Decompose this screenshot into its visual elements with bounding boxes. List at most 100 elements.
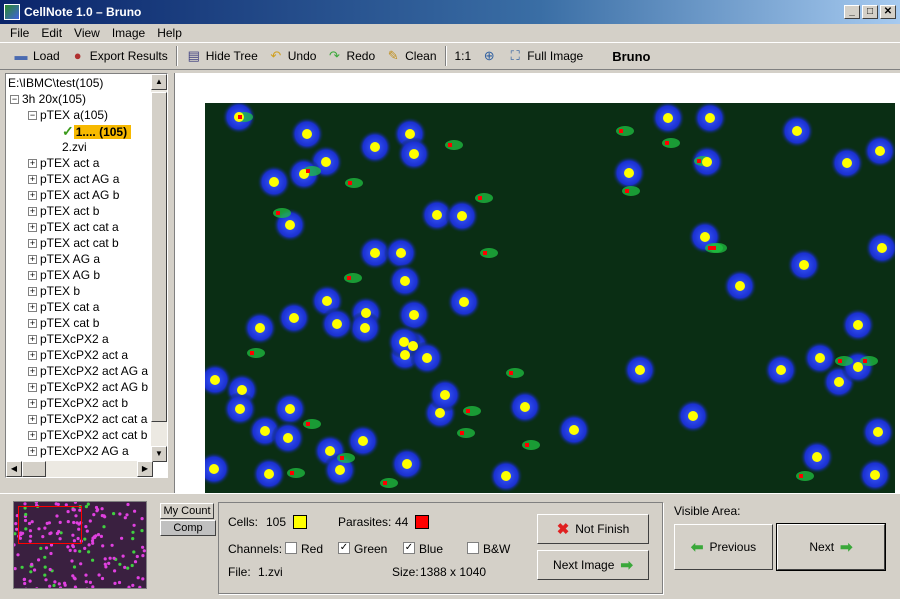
- parasite-marker[interactable]: [306, 422, 310, 426]
- tab-my-count[interactable]: My Count: [160, 503, 214, 519]
- cell-marker[interactable]: [853, 320, 863, 330]
- expand-icon[interactable]: +: [28, 399, 37, 409]
- parasite-marker[interactable]: [340, 456, 344, 460]
- cell-marker[interactable]: [285, 404, 295, 414]
- scroll-up-button[interactable]: ▲: [151, 74, 167, 90]
- cell-marker[interactable]: [408, 341, 418, 351]
- parasite-marker[interactable]: [250, 351, 254, 355]
- tree-node-group[interactable]: + pTEX act cat b: [28, 235, 119, 251]
- tree-node-group[interactable]: + pTEXcPX2 act a: [28, 347, 128, 363]
- cell-marker[interactable]: [520, 402, 530, 412]
- microscopy-image[interactable]: [205, 103, 895, 493]
- expand-icon[interactable]: +: [28, 207, 37, 217]
- cell-marker[interactable]: [235, 404, 245, 414]
- tree-node-3h20x[interactable]: −3h 20x(105): [10, 91, 86, 107]
- menu-view[interactable]: View: [68, 26, 106, 40]
- cell-marker[interactable]: [877, 243, 887, 253]
- expand-icon[interactable]: +: [28, 351, 37, 361]
- next-image-button[interactable]: Next Image ➡: [537, 550, 649, 580]
- not-finish-button[interactable]: ✖ Not Finish: [537, 514, 649, 544]
- parasite-marker[interactable]: [466, 409, 470, 413]
- expand-icon[interactable]: +: [28, 159, 37, 169]
- collapse-icon[interactable]: −: [28, 111, 37, 121]
- cell-marker[interactable]: [255, 323, 265, 333]
- parasite-marker[interactable]: [348, 181, 352, 185]
- parasite-marker[interactable]: [838, 359, 842, 363]
- parasite-marker[interactable]: [509, 371, 513, 375]
- cell-marker[interactable]: [409, 310, 419, 320]
- expand-icon[interactable]: +: [28, 447, 37, 457]
- parasite-marker[interactable]: [383, 481, 387, 485]
- zoom-button[interactable]: ⊕: [476, 45, 502, 67]
- undo-button[interactable]: ↶ Undo: [263, 45, 322, 67]
- cell-marker[interactable]: [776, 365, 786, 375]
- cell-marker[interactable]: [325, 446, 335, 456]
- cell-marker[interactable]: [501, 471, 511, 481]
- visible-area-rect[interactable]: [18, 506, 82, 544]
- cell-marker[interactable]: [440, 390, 450, 400]
- parasite-marker[interactable]: [478, 196, 482, 200]
- parasite-marker[interactable]: [708, 246, 712, 250]
- cell-marker[interactable]: [422, 353, 432, 363]
- cell-marker[interactable]: [834, 377, 844, 387]
- cell-marker[interactable]: [569, 425, 579, 435]
- next-button[interactable]: Next ➡: [776, 523, 886, 571]
- tree-node-group[interactable]: + pTEX act a: [28, 155, 99, 171]
- cell-marker[interactable]: [873, 427, 883, 437]
- parasite-marker[interactable]: [625, 189, 629, 193]
- expand-icon[interactable]: +: [28, 223, 37, 233]
- cell-marker[interactable]: [853, 362, 863, 372]
- cell-marker[interactable]: [289, 313, 299, 323]
- parasite-marker[interactable]: [619, 129, 623, 133]
- previous-button[interactable]: ⬅ Previous: [674, 524, 773, 570]
- tree-node-ptex-a[interactable]: − pTEX a(105): [28, 107, 108, 123]
- tree-horizontal-scrollbar[interactable]: ◀ ▶: [6, 461, 153, 477]
- cell-marker[interactable]: [360, 323, 370, 333]
- full-image-button[interactable]: ⛶ Full Image: [502, 45, 588, 67]
- menu-file[interactable]: File: [4, 26, 35, 40]
- cell-marker[interactable]: [335, 465, 345, 475]
- expand-icon[interactable]: +: [28, 303, 37, 313]
- minimize-button[interactable]: _: [844, 5, 860, 19]
- scroll-down-button[interactable]: ▼: [151, 446, 167, 462]
- cell-marker[interactable]: [635, 365, 645, 375]
- cell-marker[interactable]: [285, 220, 295, 230]
- cell-marker[interactable]: [321, 157, 331, 167]
- one-to-one-button[interactable]: 1:1: [450, 45, 477, 67]
- bw-channel-checkbox[interactable]: [467, 542, 479, 554]
- expand-icon[interactable]: +: [28, 335, 37, 345]
- expand-icon[interactable]: +: [28, 431, 37, 441]
- expand-icon[interactable]: +: [28, 255, 37, 265]
- blue-channel-checkbox[interactable]: ✓: [403, 542, 415, 554]
- clean-button[interactable]: ✎ Clean: [380, 45, 441, 67]
- cell-marker[interactable]: [302, 129, 312, 139]
- cell-marker[interactable]: [812, 452, 822, 462]
- parasite-marker[interactable]: [665, 141, 669, 145]
- parasite-marker[interactable]: [697, 159, 701, 163]
- tree-node-group[interactable]: + pTEXcPX2 act AG a: [28, 363, 148, 379]
- hscroll-thumb[interactable]: [22, 461, 46, 477]
- expand-icon[interactable]: +: [28, 175, 37, 185]
- tree-node-group[interactable]: + pTEX act b: [28, 203, 99, 219]
- parasite-marker[interactable]: [525, 443, 529, 447]
- green-channel-checkbox[interactable]: ✓: [338, 542, 350, 554]
- menu-edit[interactable]: Edit: [35, 26, 68, 40]
- scroll-thumb[interactable]: [151, 92, 167, 422]
- expand-icon[interactable]: +: [28, 287, 37, 297]
- cell-marker[interactable]: [402, 459, 412, 469]
- tree-node-group[interactable]: + pTEXcPX2 act cat b: [28, 427, 147, 443]
- expand-icon[interactable]: +: [28, 415, 37, 425]
- cell-marker[interactable]: [700, 232, 710, 242]
- parasite-marker[interactable]: [863, 359, 867, 363]
- cell-marker[interactable]: [663, 113, 673, 123]
- tree-node-group[interactable]: + pTEX act AG a: [28, 171, 119, 187]
- parasite-marker[interactable]: [799, 474, 803, 478]
- cell-marker[interactable]: [361, 308, 371, 318]
- collapse-icon[interactable]: −: [10, 95, 19, 105]
- cell-marker[interactable]: [432, 210, 442, 220]
- cell-marker[interactable]: [332, 319, 342, 329]
- expand-icon[interactable]: +: [28, 191, 37, 201]
- parasite-marker[interactable]: [306, 169, 310, 173]
- cell-marker[interactable]: [842, 158, 852, 168]
- cell-marker[interactable]: [400, 276, 410, 286]
